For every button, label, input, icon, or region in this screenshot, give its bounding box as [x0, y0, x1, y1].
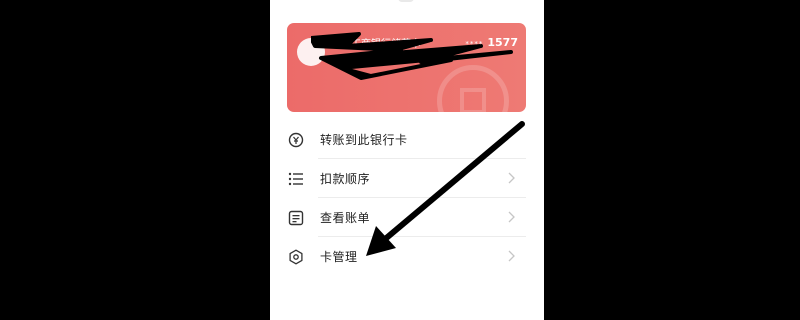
card-number-mask: ****: [465, 40, 484, 48]
chevron-right-icon: [508, 211, 515, 223]
menu-item-label: 卡管理: [320, 250, 358, 264]
card-last-digits: 1577: [487, 36, 518, 49]
chevron-right-icon: [508, 172, 515, 184]
menu-item-label: 查看账单: [320, 211, 371, 225]
list-icon: [288, 171, 304, 187]
card-number: **** 1577: [465, 36, 518, 49]
bank-card[interactable]: 中国工商银行储蓄卡 借记卡 ****1577: [287, 23, 526, 112]
menu-item-payment-order[interactable]: 扣款顺序: [270, 159, 544, 197]
phone-screen: 中国工商银行储蓄卡 借记卡 ****1577 转账到此银行卡: [270, 0, 544, 320]
menu-item-label: 转账到此银行卡: [320, 133, 408, 147]
chevron-right-icon: [508, 250, 515, 262]
bill-icon: [288, 210, 304, 226]
menu-item-view-bill[interactable]: 查看账单: [270, 198, 544, 236]
menu-item-transfer[interactable]: 转账到此银行卡: [270, 120, 544, 158]
gear-icon: [288, 249, 304, 265]
menu-item-label: 扣款顺序: [320, 172, 371, 186]
yuan-transfer-icon: [288, 132, 304, 148]
menu-item-card-management[interactable]: 卡管理: [270, 237, 544, 275]
top-fragment: [398, 0, 414, 2]
